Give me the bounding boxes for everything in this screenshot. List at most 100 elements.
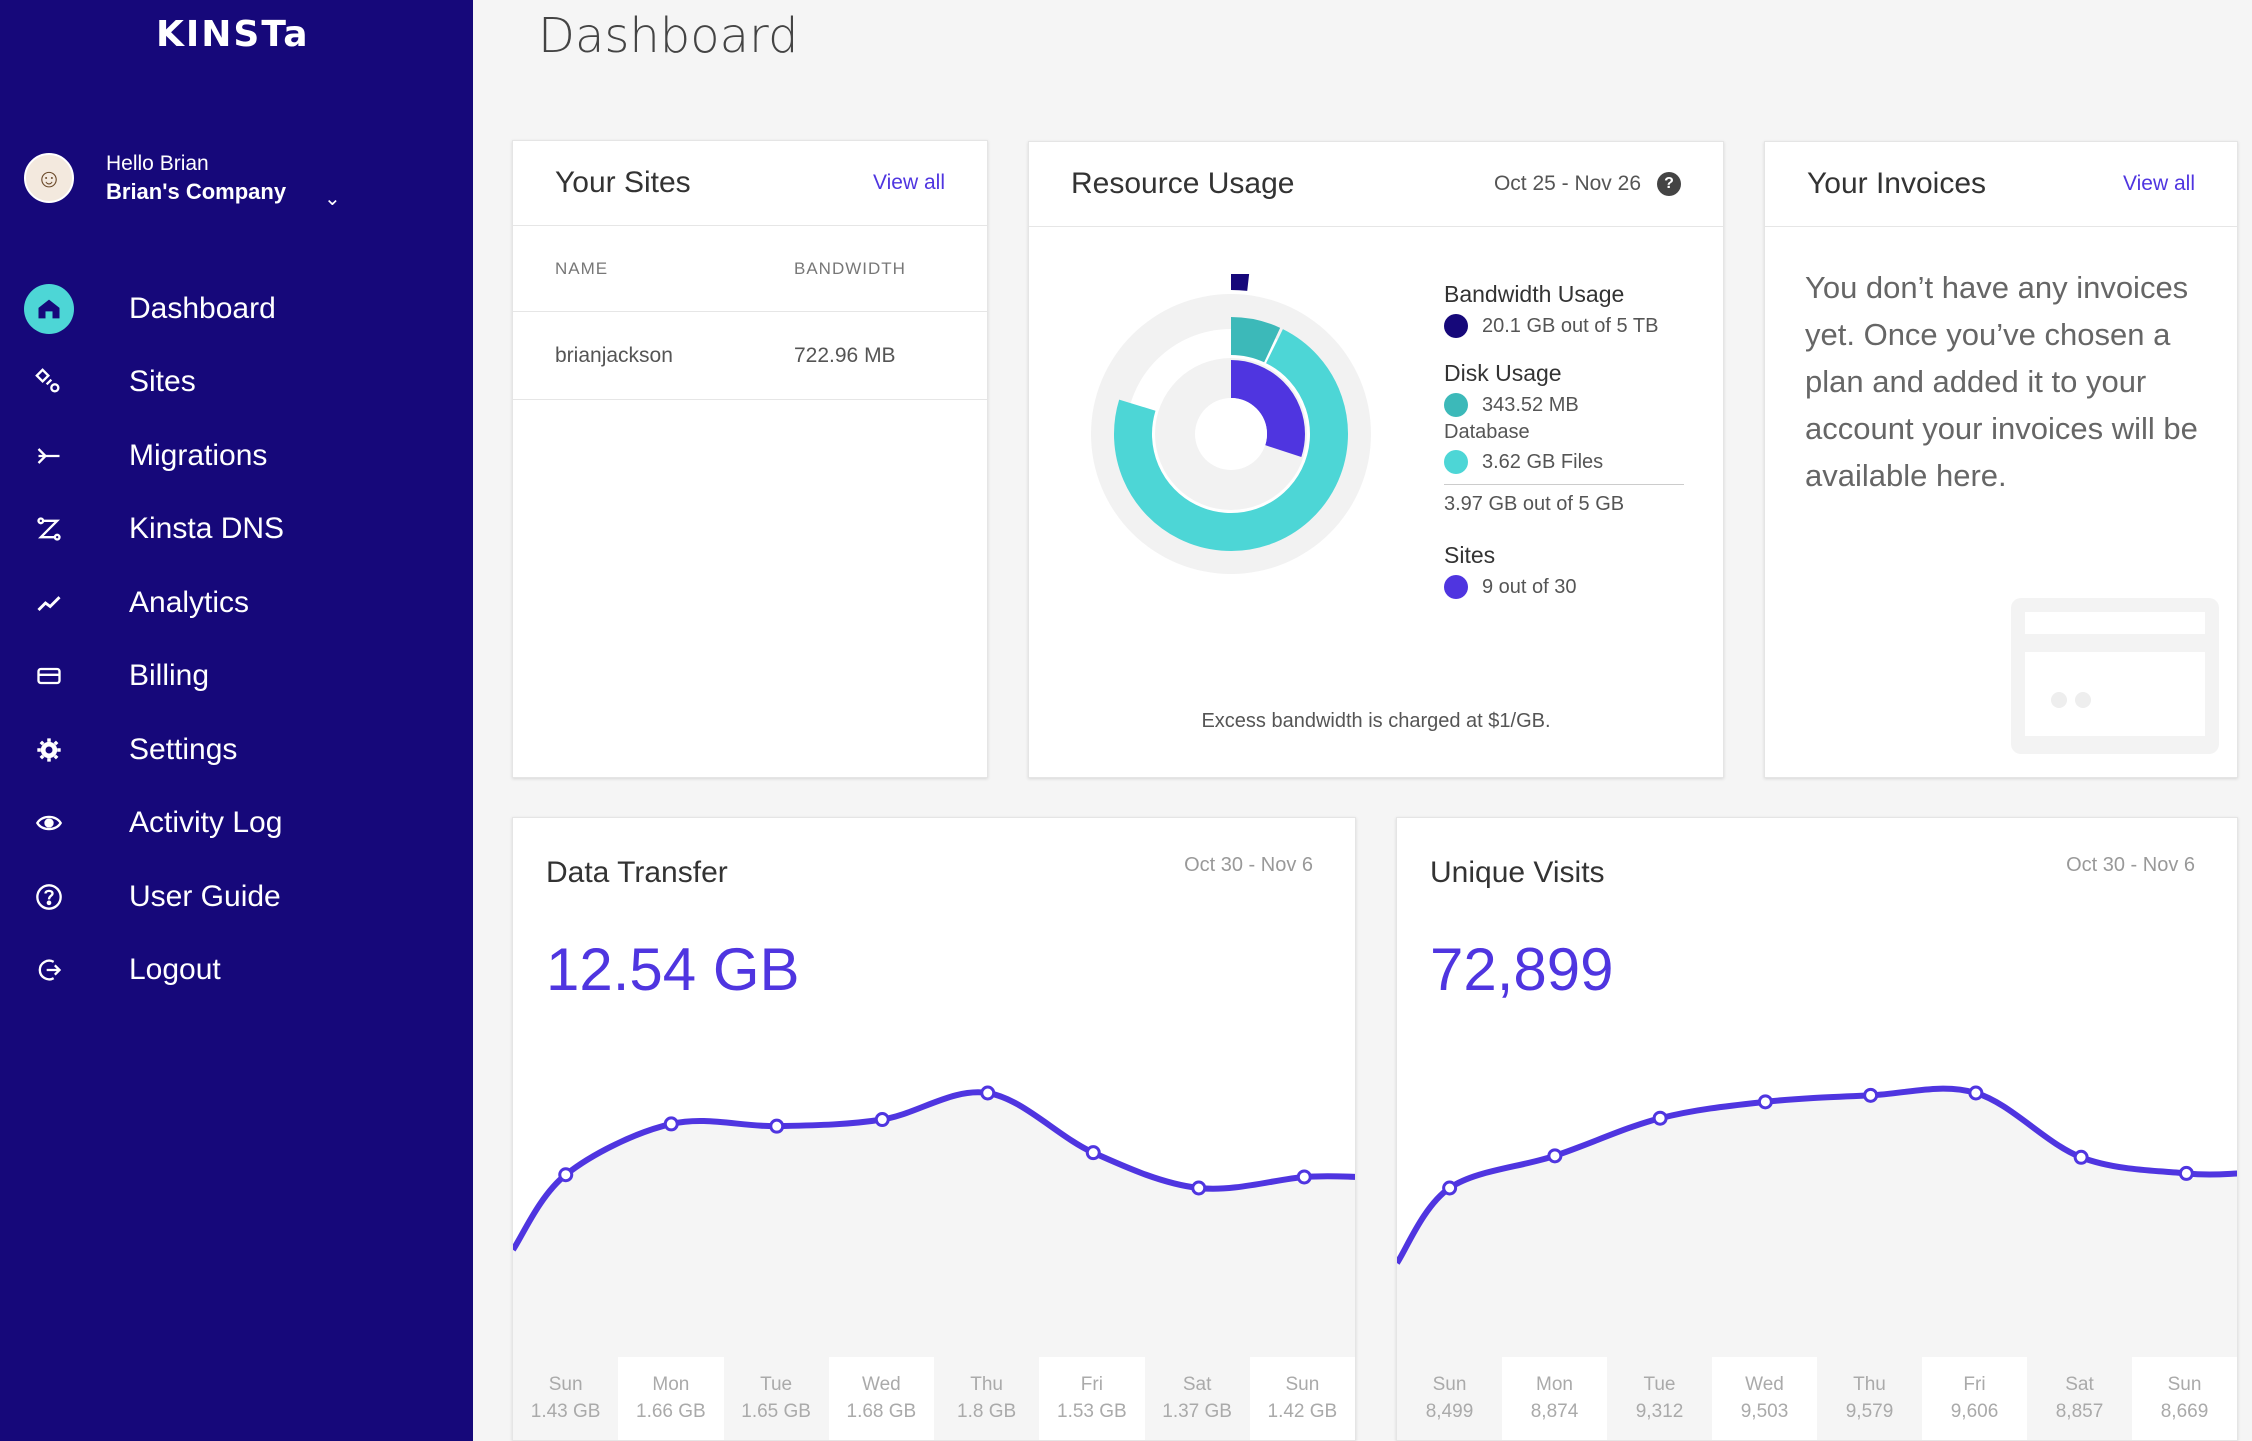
data-point-tue bbox=[769, 1118, 785, 1134]
day-label: Sat 1.37 GB bbox=[1144, 1357, 1250, 1440]
disk-files-row: 3.62 GB Files bbox=[1444, 450, 1684, 474]
card-title: Your Invoices bbox=[1807, 167, 1987, 200]
view-all-invoices-link[interactable]: View all bbox=[2123, 172, 2195, 196]
kinsta-logo[interactable]: KINSTa bbox=[156, 14, 310, 55]
data-transfer-total: 12.54 GB bbox=[546, 936, 800, 1003]
data-point-sun bbox=[558, 1167, 574, 1183]
day-label: Thu 9,579 bbox=[1817, 1357, 1922, 1440]
sidebar: KINSTa ☺ Hello Brian Brian's Company ⌄ D… bbox=[0, 0, 473, 1441]
sidebar-item-label: Analytics bbox=[129, 585, 250, 619]
no-invoices-message: You don’t have any invoices yet. Once yo… bbox=[1805, 270, 2198, 493]
bandwidth-usage-row: 20.1 GB out of 5 TB bbox=[1444, 314, 1684, 338]
sidebar-item-label: Logout bbox=[129, 953, 221, 987]
date-range-text: Oct 25 - Nov 26 bbox=[1493, 172, 1641, 195]
user-menu[interactable]: ☺ Hello Brian Brian's Company ⌄ bbox=[24, 150, 341, 210]
date-range: Oct 30 - Nov 6 bbox=[1184, 854, 1313, 876]
day-label: Mon 8,874 bbox=[1502, 1357, 1607, 1440]
day-label: Mon 1.66 GB bbox=[618, 1357, 724, 1440]
disk-usage-total: 3.97 GB out of 5 GB bbox=[1444, 484, 1684, 516]
sidebar-nav: Dashboard Sites Migrations Kinsta DNS An… bbox=[24, 272, 454, 1007]
table-row[interactable]: brianjackson 722.96 MB bbox=[513, 312, 987, 400]
home-icon bbox=[24, 283, 74, 334]
resource-usage-card: Resource Usage Oct 25 - Nov 26 ? Bandwid… bbox=[1028, 141, 1724, 778]
disk-files-value: 3.62 GB Files bbox=[1482, 450, 1604, 473]
dns-icon bbox=[24, 504, 74, 554]
data-point-wed bbox=[1757, 1094, 1773, 1110]
sidebar-item-label: Settings bbox=[129, 732, 238, 766]
day-label: Thu 1.8 GB bbox=[934, 1357, 1040, 1440]
company-name: Brian's Company bbox=[106, 179, 287, 204]
sidebar-item-label: Dashboard bbox=[129, 291, 276, 325]
view-all-sites-link[interactable]: View all bbox=[873, 171, 945, 195]
sidebar-item-label: Sites bbox=[129, 365, 196, 399]
data-point-fri bbox=[1968, 1085, 1984, 1101]
sidebar-item-user-guide[interactable]: User Guide bbox=[24, 860, 454, 934]
day-label: Sun 1.42 GB bbox=[1249, 1357, 1355, 1440]
day-labels: Sun 1.43 GB Mon 1.66 GB Tue 1.65 GB Wed 1.68… bbox=[513, 1357, 1355, 1440]
help-icon bbox=[24, 872, 74, 922]
unique-visits-card: Unique Visits Oct 30 - Nov 6 72,899 Sun 8… bbox=[1396, 817, 2238, 1441]
sidebar-item-label: Migrations bbox=[129, 438, 268, 472]
unique-visits-total: 72,899 bbox=[1430, 936, 1614, 1003]
disk-database-value: 343.52 MB bbox=[1482, 393, 1579, 416]
card-title: Unique Visits bbox=[1430, 856, 1605, 889]
gear-icon bbox=[24, 725, 74, 775]
resource-donut-chart bbox=[1071, 274, 1391, 594]
column-header-bandwidth[interactable]: BANDWIDTH bbox=[794, 259, 906, 279]
files-dot-icon bbox=[1444, 450, 1468, 474]
day-labels: Sun 8,499 Mon 8,874 Tue 9,312 Wed 9,503 Thu 9… bbox=[1397, 1357, 2237, 1440]
sidebar-item-label: Activity Log bbox=[129, 806, 283, 840]
user-text: Hello Brian Brian's Company bbox=[106, 150, 286, 206]
billing-icon bbox=[24, 651, 74, 701]
analytics-icon bbox=[24, 578, 74, 628]
disk-database-row: 343.52 MB bbox=[1444, 393, 1684, 417]
day-label: Fri 1.53 GB bbox=[1039, 1357, 1145, 1440]
eye-icon bbox=[24, 798, 74, 848]
card-title: Your Sites bbox=[555, 166, 691, 199]
card-header: Your Invoices View all bbox=[1765, 142, 2237, 227]
migrations-icon bbox=[24, 431, 74, 481]
sidebar-item-analytics[interactable]: Analytics bbox=[24, 566, 454, 640]
sidebar-item-settings[interactable]: Settings bbox=[24, 713, 454, 787]
data-point-sat bbox=[2073, 1149, 2089, 1165]
day-label: Tue 1.65 GB bbox=[723, 1357, 829, 1440]
logout-icon bbox=[24, 945, 74, 995]
excess-bandwidth-note: Excess bandwidth is charged at $1/GB. bbox=[1201, 710, 1551, 732]
database-dot-icon bbox=[1444, 393, 1468, 417]
sidebar-item-sites[interactable]: Sites bbox=[24, 346, 454, 420]
page-title: Dashboard bbox=[538, 8, 799, 64]
sidebar-item-kinsta-dns[interactable]: Kinsta DNS bbox=[24, 493, 454, 567]
disk-database-label: Database bbox=[1444, 421, 1530, 443]
column-header-name[interactable]: NAME bbox=[555, 259, 794, 279]
help-icon[interactable]: ? bbox=[1657, 172, 1681, 196]
sites-icon bbox=[24, 357, 74, 407]
data-transfer-chart bbox=[513, 1085, 1355, 1440]
data-point-mon bbox=[1547, 1148, 1563, 1164]
data-point-sun bbox=[1296, 1169, 1312, 1185]
sidebar-item-billing[interactable]: Billing bbox=[24, 640, 454, 714]
greeting: Hello Brian bbox=[106, 152, 209, 175]
data-transfer-card: Data Transfer Oct 30 - Nov 6 12.54 GB Su… bbox=[512, 817, 1356, 1441]
data-point-sat bbox=[1191, 1180, 1207, 1196]
your-sites-card: Your Sites View all NAME BANDWIDTH brian… bbox=[512, 140, 988, 778]
sidebar-item-migrations[interactable]: Migrations bbox=[24, 419, 454, 493]
sidebar-item-dashboard[interactable]: Dashboard bbox=[24, 272, 454, 346]
sidebar-item-activity-log[interactable]: Activity Log bbox=[24, 787, 454, 861]
avatar: ☺ bbox=[24, 153, 74, 203]
sidebar-item-logout[interactable]: Logout bbox=[24, 934, 454, 1008]
sidebar-item-label: Kinsta DNS bbox=[129, 512, 285, 546]
data-point-tue bbox=[1652, 1110, 1668, 1126]
data-point-thu bbox=[1863, 1087, 1879, 1103]
day-label: Tue 9,312 bbox=[1607, 1357, 1712, 1440]
day-label: Sun 8,499 bbox=[1397, 1357, 1502, 1440]
sites-dot-icon bbox=[1444, 575, 1468, 599]
sidebar-item-label: Billing bbox=[129, 659, 210, 693]
chevron-down-icon[interactable]: ⌄ bbox=[324, 186, 341, 211]
data-point-fri bbox=[1085, 1145, 1101, 1161]
site-name[interactable]: brianjackson bbox=[555, 344, 794, 368]
day-label: Sat 8,857 bbox=[2027, 1357, 2132, 1440]
day-label: Wed 1.68 GB bbox=[828, 1357, 934, 1440]
sites-title: Sites bbox=[1444, 542, 1496, 568]
sites-value: 9 out of 30 bbox=[1482, 575, 1577, 598]
table-header: NAME BANDWIDTH bbox=[513, 226, 987, 312]
